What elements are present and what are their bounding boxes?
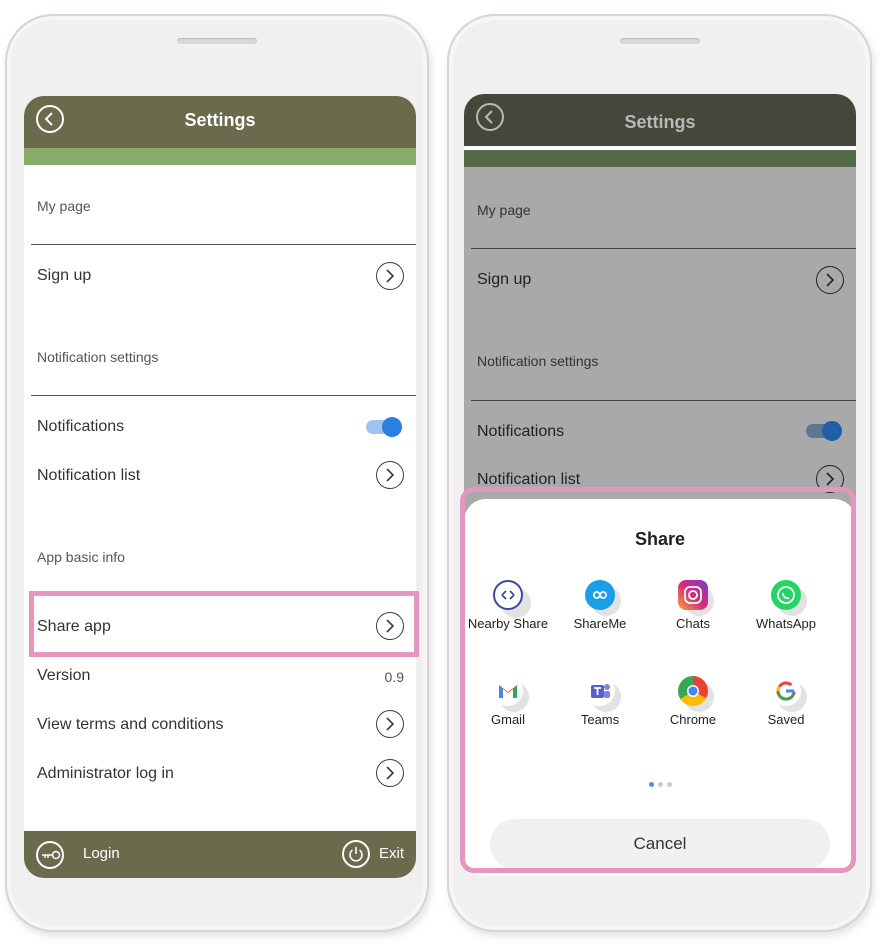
- key-icon[interactable]: [36, 841, 64, 869]
- divider: [31, 395, 416, 396]
- section-my-page: My page: [477, 202, 531, 218]
- login-button[interactable]: Login: [83, 845, 120, 862]
- divider: [471, 248, 856, 249]
- section-notification-settings: Notification settings: [477, 353, 599, 369]
- page-title: Settings: [624, 112, 696, 132]
- notifications-label: Notifications: [477, 423, 565, 440]
- app-header: Settings: [464, 94, 856, 146]
- sign-up-label[interactable]: Sign up: [37, 267, 91, 285]
- phone-left: Settings My page Sign up Notification se…: [5, 14, 429, 932]
- notifications-label: Notifications: [37, 418, 125, 435]
- section-my-page: My page: [37, 198, 91, 214]
- version-label: Version: [37, 667, 91, 684]
- toggle-knob: [382, 417, 402, 437]
- notification-list-label[interactable]: Notification list: [37, 467, 140, 485]
- accent-strip: [24, 148, 416, 165]
- divider: [31, 244, 416, 245]
- settings-screen: Settings My page Sign up Notification se…: [24, 96, 416, 878]
- app-header: Settings: [24, 96, 416, 148]
- view-terms-label[interactable]: View terms and conditions: [37, 716, 223, 734]
- notifications-toggle: [806, 421, 842, 441]
- exit-button[interactable]: Exit: [379, 845, 404, 862]
- admin-login-chevron-icon[interactable]: [376, 759, 404, 787]
- bottom-bar: Login Exit: [24, 831, 416, 878]
- divider: [471, 400, 856, 401]
- sign-up-label: Sign up: [477, 271, 532, 288]
- phone-speaker: [177, 38, 257, 44]
- share-app-highlight: [29, 591, 419, 657]
- version-value: 0.9: [384, 669, 404, 685]
- sign-up-chevron-icon: [816, 266, 844, 294]
- section-app-basic-info: App basic info: [37, 549, 125, 565]
- page-title: Settings: [184, 110, 256, 130]
- toggle-knob: [822, 421, 842, 441]
- power-icon[interactable]: [342, 840, 370, 868]
- notifications-toggle[interactable]: [366, 417, 402, 437]
- view-terms-chevron-icon[interactable]: [376, 710, 404, 738]
- accent-strip: [464, 150, 856, 167]
- share-sheet-highlight: [460, 487, 856, 873]
- section-notification-settings: Notification settings: [37, 349, 159, 365]
- phone-speaker: [619, 38, 700, 44]
- notification-list-chevron-icon[interactable]: [376, 461, 404, 489]
- sign-up-chevron-icon[interactable]: [376, 262, 404, 290]
- admin-login-label[interactable]: Administrator log in: [37, 765, 174, 783]
